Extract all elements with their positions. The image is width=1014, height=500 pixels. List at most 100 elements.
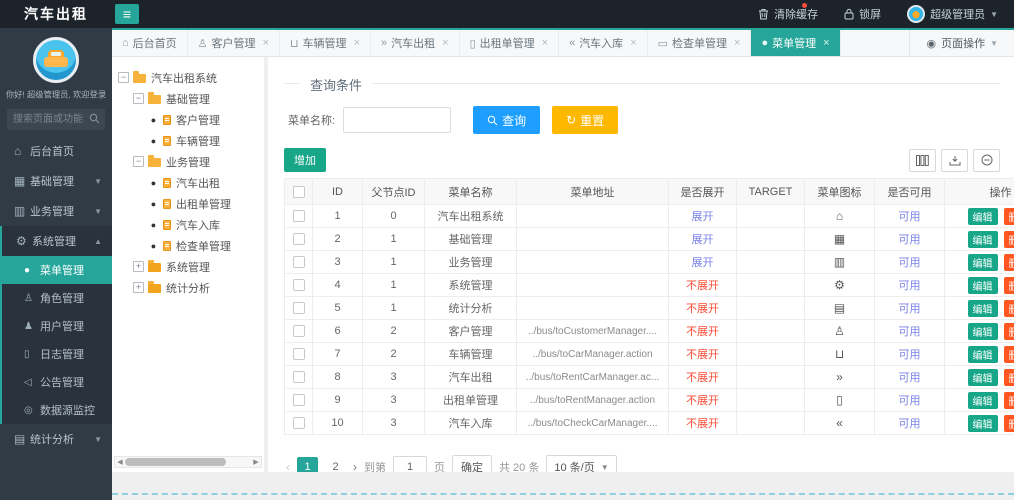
delete-button[interactable]: 删除 <box>1004 392 1014 409</box>
edit-button[interactable]: 编辑 <box>968 369 998 386</box>
tab-customer[interactable]: ♙客户管理× <box>188 30 280 56</box>
sidebar-item-stats[interactable]: ▤统计分析▼ <box>0 424 112 454</box>
tree-expander-icon[interactable]: − <box>118 72 129 83</box>
page-operations-dropdown[interactable]: ◉ 页面操作 ▼ <box>909 30 1014 56</box>
tree-node[interactable]: ●出租单管理 <box>118 193 260 214</box>
edit-button[interactable]: 编辑 <box>968 254 998 271</box>
close-icon[interactable]: × <box>823 38 829 49</box>
tree-expander-icon[interactable]: + <box>133 282 144 293</box>
cell-expand: 不展开 <box>669 366 737 389</box>
edit-button[interactable]: 编辑 <box>968 392 998 409</box>
scroll-left-icon[interactable]: ◀ <box>115 458 125 466</box>
page-number-button[interactable]: 2 <box>325 457 346 473</box>
tab-circle[interactable]: ●菜单管理× <box>751 30 840 56</box>
delete-button[interactable]: 删除 <box>1004 231 1014 248</box>
edit-button[interactable]: 编辑 <box>968 208 998 225</box>
add-button[interactable]: 增加 <box>284 148 326 172</box>
delete-button[interactable]: 删除 <box>1004 254 1014 271</box>
page-size-select[interactable]: 10 条/页 ▼ <box>546 455 616 472</box>
columns-toggle-button[interactable] <box>909 149 936 172</box>
row-checkbox[interactable] <box>293 325 305 337</box>
reset-button[interactable]: ↻ 重置 <box>552 106 618 134</box>
sidebar-subitem-log-doc[interactable]: ▯日志管理 <box>2 340 112 368</box>
clear-cache-button[interactable]: 清除缓存 <box>758 6 818 22</box>
tree-node[interactable]: ●检查单管理 <box>118 235 260 256</box>
goto-confirm-button[interactable]: 确定 <box>452 455 492 472</box>
sidebar-item-home[interactable]: ⌂后台首页 <box>0 136 112 166</box>
close-icon[interactable]: × <box>354 38 360 49</box>
lock-screen-button[interactable]: 锁屏 <box>844 6 881 22</box>
sidebar-subitem-announce[interactable]: ◁公告管理 <box>2 368 112 396</box>
tab-cart[interactable]: ⊔车辆管理× <box>280 30 371 56</box>
sidebar-item-business[interactable]: ▥业务管理▼ <box>0 196 112 226</box>
profile-avatar[interactable] <box>33 37 79 83</box>
close-icon[interactable]: × <box>263 38 269 49</box>
close-icon[interactable]: × <box>442 38 448 49</box>
close-icon[interactable]: × <box>630 38 636 49</box>
close-icon[interactable]: × <box>542 38 548 49</box>
sidebar-item-gear[interactable]: ⚙系统管理▲ <box>2 226 112 256</box>
tree-node[interactable]: +系统管理 <box>118 256 260 277</box>
edit-button[interactable]: 编辑 <box>968 415 998 432</box>
row-checkbox[interactable] <box>293 302 305 314</box>
scroll-right-icon[interactable]: ▶ <box>251 458 261 466</box>
sidebar-subitem-user-person[interactable]: ♟用户管理 <box>2 312 112 340</box>
row-checkbox[interactable] <box>293 210 305 222</box>
tab-home[interactable]: ⌂后台首页 <box>112 30 188 56</box>
tree-node[interactable]: −基础管理 <box>118 88 260 109</box>
sidebar-subitem-role-person[interactable]: ♙角色管理 <box>2 284 112 312</box>
export-button[interactable] <box>941 149 968 172</box>
user-menu[interactable]: 超级管理员 ▼ <box>907 5 998 23</box>
tree-node[interactable]: ●客户管理 <box>118 109 260 130</box>
edit-button[interactable]: 编辑 <box>968 277 998 294</box>
delete-button[interactable]: 删除 <box>1004 323 1014 340</box>
delete-button[interactable]: 删除 <box>1004 346 1014 363</box>
close-icon[interactable]: × <box>734 38 740 49</box>
edit-button[interactable]: 编辑 <box>968 323 998 340</box>
tree-expander-icon[interactable]: − <box>133 93 144 104</box>
tab-chevrons-right[interactable]: »汽车出租× <box>371 30 460 56</box>
edit-button[interactable]: 编辑 <box>968 300 998 317</box>
delete-button[interactable]: 删除 <box>1004 277 1014 294</box>
tree-node[interactable]: ●车辆管理 <box>118 130 260 151</box>
delete-button[interactable]: 删除 <box>1004 369 1014 386</box>
select-all-checkbox[interactable] <box>293 186 305 198</box>
scrollbar-thumb[interactable] <box>125 458 226 466</box>
sidebar-item-base-grid[interactable]: ▦基础管理▼ <box>0 166 112 196</box>
tree-node[interactable]: ●汽车入库 <box>118 214 260 235</box>
edit-button[interactable]: 编辑 <box>968 346 998 363</box>
edit-button[interactable]: 编辑 <box>968 231 998 248</box>
sidebar-subitem-menu-dot[interactable]: ●菜单管理 <box>2 256 112 284</box>
tree-expander-icon[interactable]: − <box>133 156 144 167</box>
print-button[interactable] <box>973 149 1000 172</box>
menu-name-input[interactable] <box>343 107 451 133</box>
prev-page-icon[interactable]: ‹ <box>286 460 290 472</box>
row-checkbox[interactable] <box>293 348 305 360</box>
next-page-icon[interactable]: › <box>353 460 357 472</box>
tree-expander-icon[interactable]: + <box>133 261 144 272</box>
tab-bus[interactable]: ▭检查单管理× <box>648 30 752 56</box>
row-checkbox[interactable] <box>293 279 305 291</box>
tree-node[interactable]: +统计分析 <box>118 277 260 298</box>
tree-node[interactable]: −业务管理 <box>118 151 260 172</box>
page-number-button[interactable]: 1 <box>297 457 318 473</box>
tab-chevrons-left[interactable]: «汽车入库× <box>559 30 648 56</box>
row-checkbox[interactable] <box>293 394 305 406</box>
row-checkbox[interactable] <box>293 256 305 268</box>
search-button[interactable]: 查询 <box>473 106 540 134</box>
tree-node[interactable]: ●汽车出租 <box>118 172 260 193</box>
bottom-strip <box>112 472 1014 500</box>
horizontal-scrollbar[interactable]: ◀ ▶ <box>114 456 262 468</box>
sidebar-toggle-button[interactable]: ≡ <box>115 4 139 24</box>
cell-id: 1 <box>313 205 363 228</box>
row-checkbox[interactable] <box>293 417 305 429</box>
row-checkbox[interactable] <box>293 371 305 383</box>
tab-document[interactable]: ▯出租单管理× <box>460 30 560 56</box>
row-checkbox[interactable] <box>293 233 305 245</box>
goto-page-input[interactable] <box>393 456 427 472</box>
sidebar-subitem-datasource[interactable]: ◎数据源监控 <box>2 396 112 424</box>
delete-button[interactable]: 删除 <box>1004 208 1014 225</box>
delete-button[interactable]: 删除 <box>1004 415 1014 432</box>
tree-node[interactable]: −汽车出租系统 <box>118 67 260 88</box>
delete-button[interactable]: 删除 <box>1004 300 1014 317</box>
